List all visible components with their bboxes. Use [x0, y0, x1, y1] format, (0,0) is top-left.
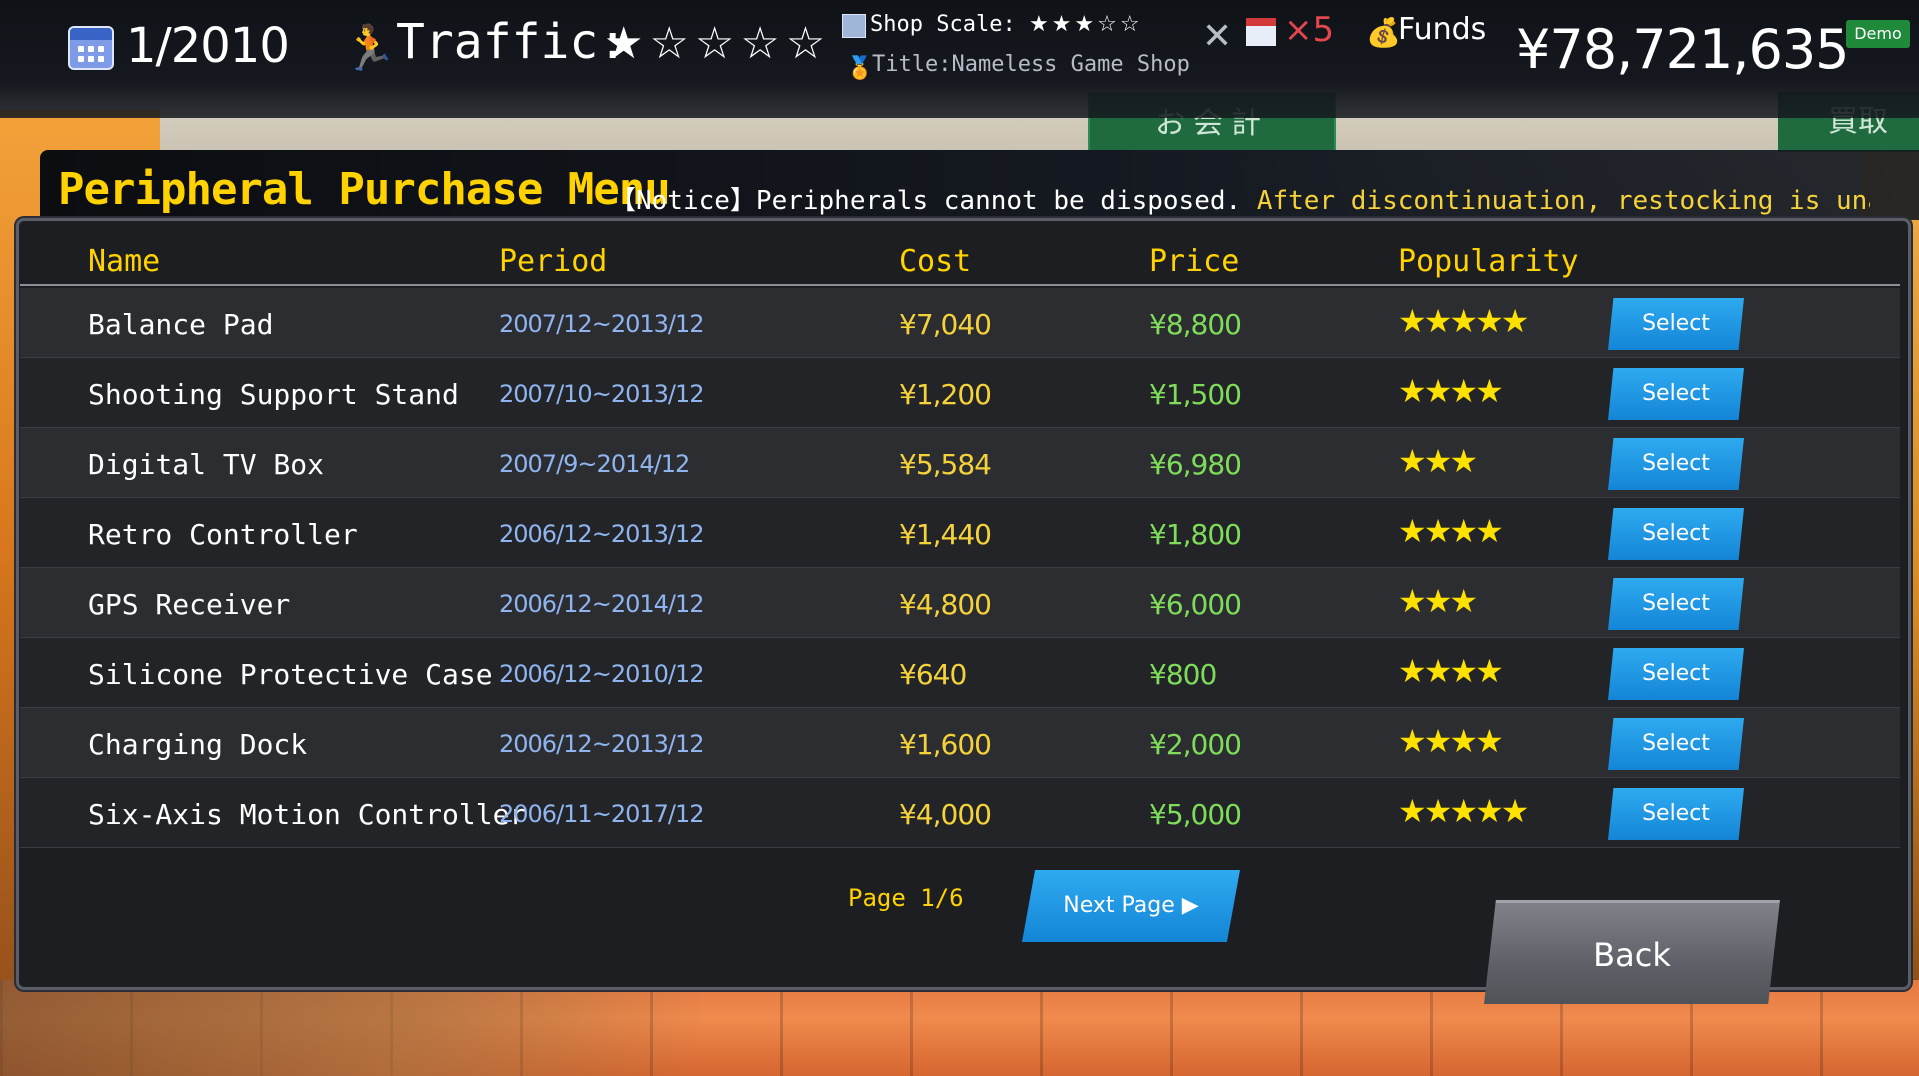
calendar-icon	[68, 26, 114, 70]
background-floor-shadow	[0, 980, 700, 1076]
notice-warning: After discontinuation, restocking is una…	[1256, 186, 1870, 216]
row-price: ¥2,000	[1149, 728, 1242, 761]
store-icon	[1246, 18, 1276, 46]
header-cost: Cost	[899, 244, 972, 279]
shop-title: Title:Nameless Game Shop	[872, 52, 1190, 77]
shop-scale-stars: ★★★☆☆	[1028, 12, 1143, 37]
crossed-tools-icon: ✕	[1202, 16, 1233, 57]
back-button[interactable]: Back	[1484, 900, 1780, 1004]
table-header: Name Period Cost Price Popularity	[20, 240, 1900, 286]
row-price: ¥5,000	[1149, 798, 1242, 831]
table-row: Silicone Protective Case 2006/12~2010/12…	[20, 638, 1900, 708]
medal-icon: 🏅	[846, 56, 874, 81]
row-period: 2006/12~2013/12	[499, 520, 705, 548]
row-popularity: ★★★★	[1398, 512, 1504, 550]
row-price: ¥1,500	[1149, 378, 1242, 411]
table-row: Shooting Support Stand 2007/10~2013/12 ¥…	[20, 358, 1900, 428]
row-name: GPS Receiver	[88, 588, 291, 621]
row-period: 2006/11~2017/12	[499, 800, 705, 828]
menu-title: Peripheral Purchase Menu	[58, 164, 671, 215]
row-cost: ¥4,000	[899, 798, 992, 831]
funds-label: Funds	[1398, 12, 1487, 47]
building-icon	[842, 14, 866, 38]
row-period: 2007/12~2013/12	[499, 310, 705, 338]
row-name: Digital TV Box	[88, 448, 325, 481]
table-row: Six-Axis Motion Controller 2006/11~2017/…	[20, 778, 1900, 848]
table-row: Digital TV Box 2007/9~2014/12 ¥5,584 ¥6,…	[20, 428, 1900, 498]
table-row: Balance Pad 2007/12~2013/12 ¥7,040 ¥8,80…	[20, 288, 1900, 358]
funds-value: ¥78,721,635	[1516, 18, 1850, 81]
row-name: Silicone Protective Case	[88, 658, 493, 691]
notice-text: 【Notice】Peripherals cannot be disposed. …	[610, 180, 1870, 217]
select-button[interactable]: Select	[1608, 298, 1744, 350]
row-popularity: ★★★★★	[1398, 792, 1529, 830]
row-cost: ¥5,584	[899, 448, 992, 481]
header-popularity: Popularity	[1398, 244, 1579, 279]
row-cost: ¥4,800	[899, 588, 992, 621]
row-period: 2006/12~2013/12	[499, 730, 705, 758]
shop-scale-label: Shop Scale:	[870, 12, 1016, 37]
runner-icon: 🏃	[342, 23, 397, 74]
row-period: 2007/9~2014/12	[499, 450, 690, 478]
select-button[interactable]: Select	[1608, 368, 1744, 420]
header-price: Price	[1149, 244, 1240, 279]
peripheral-list: Balance Pad 2007/12~2013/12 ¥7,040 ¥8,80…	[20, 288, 1900, 848]
row-name: Balance Pad	[88, 308, 274, 341]
select-button[interactable]: Select	[1608, 648, 1744, 700]
select-button[interactable]: Select	[1608, 438, 1744, 490]
traffic-stars: ★☆☆☆☆	[604, 18, 832, 69]
row-cost: ¥7,040	[899, 308, 992, 341]
notice-prefix: 【Notice】Peripherals cannot be disposed.	[610, 186, 1242, 216]
row-price: ¥800	[1149, 658, 1217, 691]
next-page-button[interactable]: Next Page ▶	[1022, 870, 1240, 942]
row-cost: ¥1,200	[899, 378, 992, 411]
row-price: ¥6,980	[1149, 448, 1242, 481]
row-popularity: ★★★★★	[1398, 302, 1529, 340]
select-button[interactable]: Select	[1608, 508, 1744, 560]
row-popularity: ★★★	[1398, 582, 1478, 620]
top-hud: 1/2010 🏃 Traffic: ★☆☆☆☆ Shop Scale: ★★★☆…	[0, 0, 1919, 118]
row-cost: ¥1,440	[899, 518, 992, 551]
current-date: 1/2010	[126, 18, 290, 74]
row-name: Six-Axis Motion Controller	[88, 798, 527, 831]
row-popularity: ★★★★	[1398, 372, 1504, 410]
row-name: Shooting Support Stand	[88, 378, 459, 411]
row-popularity: ★★★★	[1398, 652, 1504, 690]
table-row: Retro Controller 2006/12~2013/12 ¥1,440 …	[20, 498, 1900, 568]
row-popularity: ★★★	[1398, 442, 1478, 480]
select-button[interactable]: Select	[1608, 788, 1744, 840]
select-button[interactable]: Select	[1608, 578, 1744, 630]
row-price: ¥1,800	[1149, 518, 1242, 551]
traffic-label: Traffic:	[396, 14, 628, 70]
row-price: ¥6,000	[1149, 588, 1242, 621]
money-bag-icon: 💰	[1366, 16, 1401, 49]
row-period: 2007/10~2013/12	[499, 380, 705, 408]
row-period: 2006/12~2014/12	[499, 590, 705, 618]
row-cost: ¥640	[899, 658, 967, 691]
shop-scale: Shop Scale: ★★★☆☆	[870, 12, 1143, 37]
row-name: Retro Controller	[88, 518, 358, 551]
store-count: ×5	[1284, 10, 1335, 50]
header-period: Period	[499, 244, 608, 279]
table-row: GPS Receiver 2006/12~2014/12 ¥4,800 ¥6,0…	[20, 568, 1900, 638]
row-cost: ¥1,600	[899, 728, 992, 761]
row-period: 2006/12~2010/12	[499, 660, 705, 688]
row-price: ¥8,800	[1149, 308, 1242, 341]
table-row: Charging Dock 2006/12~2013/12 ¥1,600 ¥2,…	[20, 708, 1900, 778]
demo-badge: Demo	[1846, 20, 1910, 48]
row-name: Charging Dock	[88, 728, 308, 761]
page-indicator: Page 1/6	[848, 884, 964, 912]
header-name: Name	[88, 244, 161, 279]
row-popularity: ★★★★	[1398, 722, 1504, 760]
select-button[interactable]: Select	[1608, 718, 1744, 770]
